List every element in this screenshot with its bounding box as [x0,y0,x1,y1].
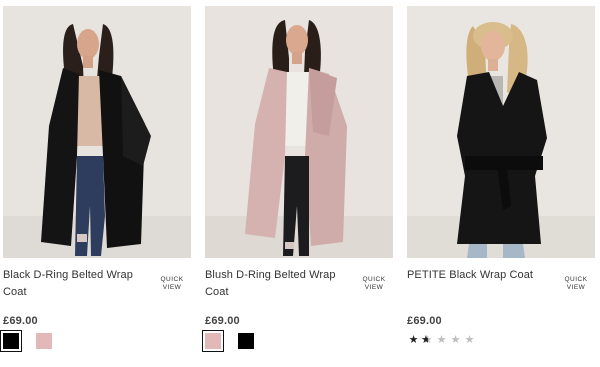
product-info: PETITE Black Wrap Coat QUICK VIEW [407,267,595,311]
star-empty-icon: ★ [450,334,461,346]
product-title[interactable]: Black D-Ring Belted Wrap Coat [3,267,143,301]
star-half-icon: ★ [421,334,434,346]
product-info: Blush D-Ring Belted Wrap Coat QUICK VIEW [205,267,393,311]
product-price: £69.00 [205,315,240,327]
quick-view-button[interactable]: QUICK VIEW [561,276,591,292]
product-title[interactable]: Blush D-Ring Belted Wrap Coat [205,267,345,301]
star-empty-icon: ★ [464,334,475,346]
product-image[interactable] [3,6,191,258]
quick-view-button[interactable]: QUICK VIEW [359,276,389,292]
star-empty-icon: ★ [436,334,447,346]
swatch-black[interactable] [238,333,254,349]
product-image[interactable] [407,6,595,258]
star-full-icon: ★ [408,334,419,346]
product-image[interactable] [205,6,393,258]
product-grid: Black D-Ring Belted Wrap Coat QUICK VIEW… [0,0,600,367]
product-price: £69.00 [3,315,38,327]
swatch-blush[interactable] [202,330,224,352]
color-swatches [202,330,393,352]
product-info: Black D-Ring Belted Wrap Coat QUICK VIEW [3,267,191,311]
color-swatches [0,330,191,352]
quick-view-button[interactable]: QUICK VIEW [157,276,187,292]
product-card: Black D-Ring Belted Wrap Coat QUICK VIEW… [0,6,191,352]
swatch-black[interactable] [0,330,22,352]
swatch-blush[interactable] [36,333,52,349]
product-title[interactable]: PETITE Black Wrap Coat [407,267,547,284]
star-rating: ★ ★ ★ ★ ★ [407,334,595,346]
product-card: Blush D-Ring Belted Wrap Coat QUICK VIEW… [202,6,393,352]
product-card: PETITE Black Wrap Coat QUICK VIEW £69.00… [407,6,595,346]
product-price: £69.00 [407,315,442,327]
